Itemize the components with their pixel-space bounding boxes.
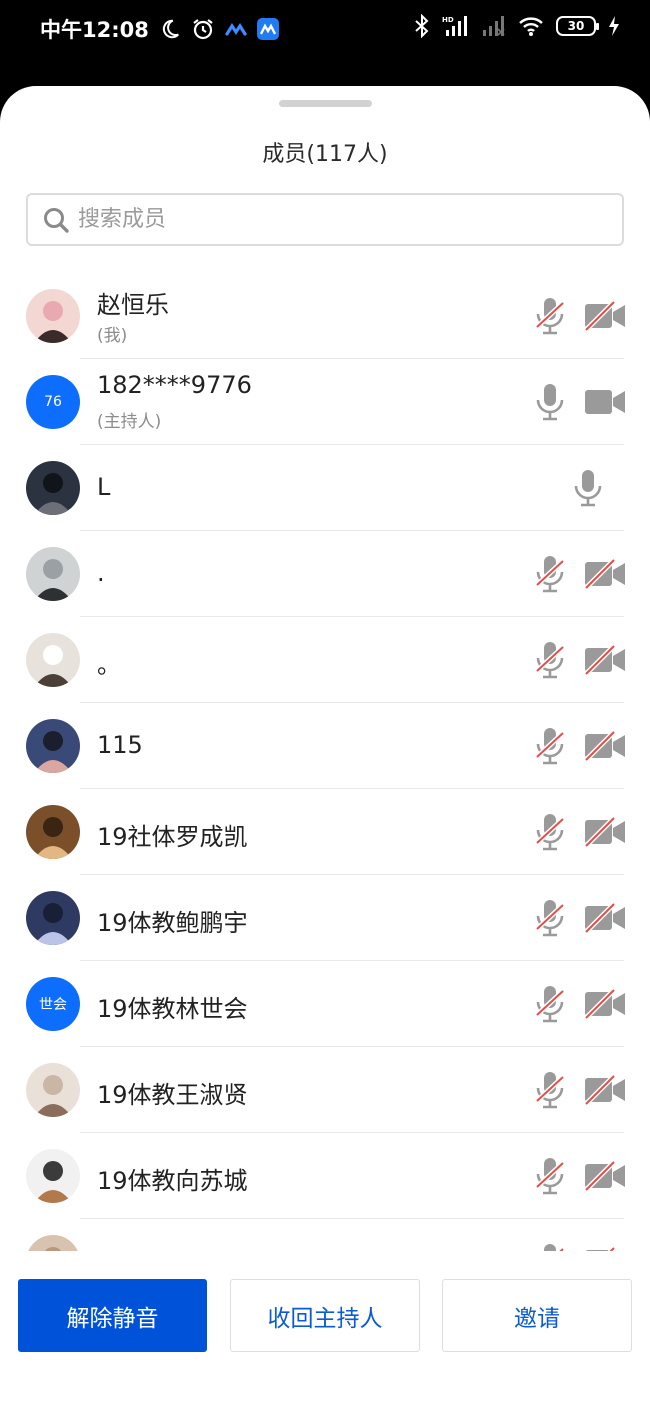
search-input[interactable] (78, 207, 578, 232)
mic-muted-icon[interactable] (535, 1157, 565, 1195)
member-row[interactable]: 19体教向苏城 (0, 1133, 650, 1219)
avatar (26, 1149, 80, 1203)
search-box[interactable] (26, 193, 624, 246)
members-sheet: 成员(117人) 赵恒乐 (我) 76 182****9776 (主持人) L. 。 115 1… (0, 86, 650, 1408)
member-row[interactable]: 19体教王淑贤 (0, 1047, 650, 1133)
meeting-app-icon (256, 18, 279, 40)
mic-muted-icon[interactable] (535, 555, 565, 593)
mic-icon[interactable] (573, 469, 603, 507)
mic-muted-icon[interactable] (535, 985, 565, 1023)
reclaim-host-button[interactable]: 收回主持人 (230, 1279, 420, 1352)
member-name: 19体教王淑贤 (97, 1081, 248, 1109)
member-row[interactable]: L (0, 445, 650, 531)
mic-muted-icon[interactable] (535, 1071, 565, 1109)
mic-muted-icon[interactable] (535, 727, 565, 765)
bluetooth-icon (414, 14, 430, 38)
member-name: . (97, 559, 105, 587)
avatar (26, 719, 80, 773)
unmute-button[interactable]: 解除静音 (18, 1279, 207, 1352)
avatar: 世会 (26, 977, 80, 1031)
sheet-title: 成员(117人) (262, 142, 388, 167)
member-name: L (97, 473, 111, 501)
mic-muted-icon[interactable] (535, 813, 565, 851)
member-role-label: (我) (97, 326, 128, 346)
camera-off-icon[interactable] (584, 988, 626, 1020)
mic-muted-icon[interactable] (535, 297, 565, 335)
camera-off-icon[interactable] (584, 644, 626, 676)
member-name: 19体教向苏城 (97, 1167, 248, 1195)
member-name: 19社体罗成凯 (97, 823, 248, 851)
moon-icon (159, 18, 181, 40)
mic-muted-icon[interactable] (535, 1243, 565, 1251)
avatar (26, 891, 80, 945)
member-list[interactable]: 赵恒乐 (我) 76 182****9776 (主持人) L. 。 115 19社体罗成凯 19体… (0, 273, 650, 1251)
mic-muted-icon[interactable] (535, 641, 565, 679)
status-bar: 中午12:08 HD 30 (0, 0, 650, 58)
signal-hd-icon: HD (442, 15, 470, 37)
camera-off-icon[interactable] (584, 1160, 626, 1192)
member-name: 115 (97, 731, 143, 759)
member-row[interactable]: 赵恒乐 (我) (0, 273, 650, 359)
status-time: 中午12:08 (40, 18, 149, 42)
member-name: 赵恒乐 (97, 291, 169, 319)
search-icon (42, 206, 70, 234)
camera-off-icon[interactable] (584, 1074, 626, 1106)
camera-off-icon[interactable] (584, 902, 626, 934)
member-row[interactable]: 19社体罗成凯 (0, 789, 650, 875)
alarm-icon (191, 17, 215, 41)
member-row[interactable]: 19体教袁田箔 (0, 1219, 650, 1251)
avatar (26, 805, 80, 859)
svg-text:HD: HD (442, 16, 454, 24)
mic-icon[interactable] (535, 383, 565, 421)
member-row[interactable]: 76 182****9776 (主持人) (0, 359, 650, 445)
avatar (26, 1235, 80, 1251)
member-row[interactable]: 。 (0, 617, 650, 703)
action-bar: 解除静音 收回主持人 邀请 (0, 1252, 650, 1408)
member-role-label: (主持人) (97, 412, 162, 432)
avatar (26, 633, 80, 687)
status-left: 中午12:08 (40, 14, 279, 44)
status-right: HD 30 (414, 14, 620, 38)
member-name: 。 (97, 651, 121, 679)
member-row[interactable]: 世会 19体教林世会 (0, 961, 650, 1047)
member-name: 19体教袁田箔 (97, 1247, 248, 1251)
drag-handle[interactable] (279, 100, 372, 107)
member-name: 19体教林世会 (97, 995, 248, 1023)
member-name: 19体教鲍鹏宇 (97, 909, 248, 937)
invite-button[interactable]: 邀请 (442, 1279, 632, 1352)
wifi-icon (518, 15, 544, 37)
signal-weak-icon (482, 15, 506, 37)
camera-icon[interactable] (584, 387, 626, 417)
member-row[interactable]: . (0, 531, 650, 617)
avatar (26, 289, 80, 343)
member-row[interactable]: 19体教鲍鹏宇 (0, 875, 650, 961)
avatar (26, 1063, 80, 1117)
avatar: 76 (26, 375, 80, 429)
camera-off-icon[interactable] (584, 816, 626, 848)
charging-icon (608, 16, 620, 36)
battery-indicator: 30 (556, 16, 599, 36)
member-row[interactable]: 115 (0, 703, 650, 789)
camera-off-icon[interactable] (584, 730, 626, 762)
camera-off-icon[interactable] (584, 1246, 626, 1251)
avatar (26, 461, 80, 515)
camera-off-icon[interactable] (584, 558, 626, 590)
camera-off-icon[interactable] (584, 300, 626, 332)
cloud-app-icon (225, 22, 247, 36)
mic-muted-icon[interactable] (535, 899, 565, 937)
member-name: 182****9776 (97, 371, 252, 399)
avatar (26, 547, 80, 601)
